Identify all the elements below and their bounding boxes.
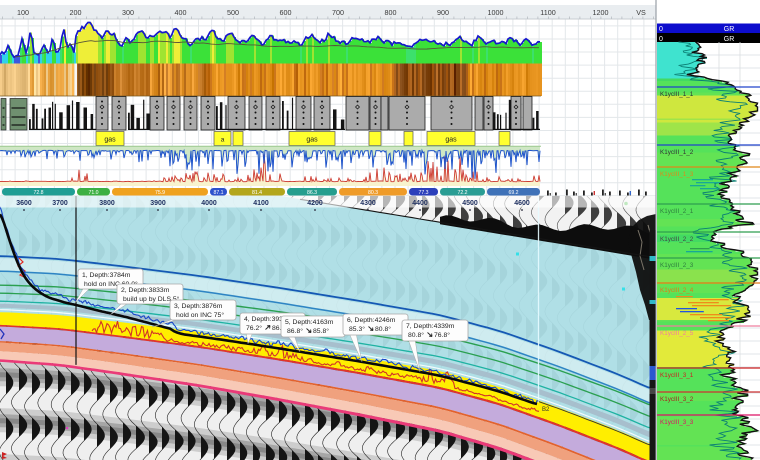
svg-text:1, Depth:3784m: 1, Depth:3784m [82,272,131,279]
svg-text:300: 300 [122,8,134,17]
svg-text:K1ycIII_1_1: K1ycIII_1_1 [660,91,694,98]
svg-text:4400: 4400 [412,200,428,207]
svg-text:72.2: 72.2 [457,190,467,196]
svg-text:B2: B2 [542,407,550,413]
svg-text:K1ycIII_1_3: K1ycIII_1_3 [660,171,694,178]
svg-text:69.2: 69.2 [508,190,518,196]
svg-text:76.2°: 76.2° [246,324,262,332]
svg-text:77.3: 77.3 [418,190,428,196]
svg-text:80.8°: 80.8° [408,331,424,339]
svg-text:2, Depth:3833m: 2, Depth:3833m [121,287,170,294]
svg-text:80.8°: 80.8° [375,325,391,333]
svg-text:72.8: 72.8 [33,190,43,196]
svg-text:0: 0 [659,26,663,33]
svg-text:5, Depth:4163m: 5, Depth:4163m [285,319,334,326]
svg-text:86.8°: 86.8° [287,327,303,335]
svg-text:600: 600 [280,8,292,17]
svg-text:K1ycIII_3_1: K1ycIII_3_1 [660,372,694,379]
svg-text:4300: 4300 [360,200,376,207]
svg-text:3900: 3900 [150,200,166,207]
svg-text:K1ycIII_3_3: K1ycIII_3_3 [660,419,694,426]
svg-text:1000: 1000 [488,8,504,17]
svg-text:85.3°: 85.3° [349,325,365,333]
svg-text:K1ycIII_2_3: K1ycIII_2_3 [660,262,694,269]
svg-text:1200: 1200 [593,8,609,17]
svg-text:900: 900 [437,8,449,17]
svg-text:700: 700 [332,8,344,17]
svg-text:K1ycIII_2_1: K1ycIII_2_1 [660,208,694,215]
svg-text:85.8°: 85.8° [313,327,329,335]
svg-text:K1ycIII_2_2: K1ycIII_2_2 [660,236,694,243]
svg-text:1100: 1100 [540,8,555,17]
svg-text:3600: 3600 [16,200,32,207]
svg-text:K1ycIII_1_2: K1ycIII_1_2 [660,149,694,156]
svg-text:4000: 4000 [201,200,217,207]
svg-text:4100: 4100 [253,200,269,207]
svg-text:4500: 4500 [462,200,478,207]
svg-text:7, Depth:4339m: 7, Depth:4339m [406,323,455,330]
svg-text:0: 0 [659,36,663,43]
svg-text:gas: gas [445,137,457,144]
svg-text:4200: 4200 [307,200,323,207]
svg-text:a: a [221,137,225,144]
svg-text:87.1: 87.1 [213,190,223,196]
svg-text:86.3: 86.3 [307,190,317,196]
svg-text:GR: GR [724,26,735,33]
svg-text:100: 100 [17,8,29,17]
svg-text:500: 500 [227,8,239,17]
svg-text:K1ycIII_3_2: K1ycIII_3_2 [660,396,694,403]
svg-text:3, Depth:3876m: 3, Depth:3876m [174,303,223,310]
svg-text:gas: gas [306,137,318,144]
svg-text:81.4: 81.4 [252,190,262,196]
svg-text:75.9: 75.9 [155,190,165,196]
svg-text:400: 400 [175,8,187,17]
svg-text:800: 800 [385,8,397,17]
svg-text:hold on INC 75°: hold on INC 75° [176,311,224,319]
svg-text:6, Depth:4246m: 6, Depth:4246m [347,317,396,324]
svg-text:76.8°: 76.8° [434,331,450,339]
svg-text:71.0: 71.0 [88,190,98,196]
svg-text:VS: VS [636,8,646,17]
svg-text:K1ycIII_2_5: K1ycIII_2_5 [660,330,694,337]
svg-text:GR: GR [724,36,735,43]
svg-text:3800: 3800 [99,200,115,207]
svg-text:gas: gas [104,137,116,144]
svg-text:4600: 4600 [514,200,530,207]
svg-text:3700: 3700 [52,200,68,207]
svg-text:80.3: 80.3 [368,190,378,196]
svg-text:200: 200 [70,8,82,17]
svg-text:K1ycIII_2_4: K1ycIII_2_4 [660,287,694,294]
